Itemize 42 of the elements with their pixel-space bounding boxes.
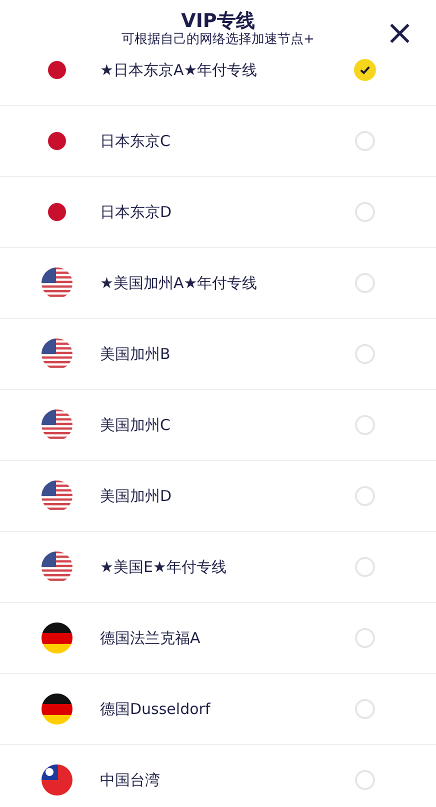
node-item[interactable]: 日本东京D [0, 177, 436, 248]
node-name: ★美国加州A★年付专线 [100, 274, 258, 292]
node-name: 日本东京C [100, 132, 172, 150]
node-name: 德国法兰克福A [100, 628, 202, 648]
flag-icon [41, 267, 73, 299]
node-item[interactable]: ★美国E★年付专线 [0, 532, 436, 603]
radio-button[interactable] [355, 557, 375, 577]
node-name: 美国加州B [100, 344, 172, 364]
radio-button[interactable] [354, 59, 376, 81]
radio-button[interactable] [355, 628, 375, 648]
node-item[interactable]: ★美国加州A★年付专线 [0, 248, 436, 319]
node-name: 美国加州C [100, 416, 172, 434]
radio-button[interactable] [355, 273, 375, 293]
node-name: 中国台湾 [100, 770, 161, 790]
radio-button[interactable] [355, 415, 375, 435]
flag-icon [41, 622, 73, 654]
flag-icon [41, 409, 73, 441]
node-item[interactable]: 日本东京C [0, 106, 436, 177]
title: VIP专线 [181, 9, 255, 32]
node-item[interactable]: 美国加州C [0, 390, 436, 461]
node-item[interactable]: 美国加州B [0, 319, 436, 390]
node-item[interactable]: 美国加州D [0, 461, 436, 532]
node-name: ★日本东京A★年付专线 [100, 60, 258, 80]
radio-button[interactable] [355, 770, 375, 790]
subtitle: 可根据自己的网络选择加速节点+ [122, 32, 314, 48]
node-item[interactable]: 中国台湾 [0, 745, 436, 807]
radio-button[interactable] [355, 699, 375, 719]
flag-icon [41, 693, 73, 725]
radio-button[interactable] [355, 131, 375, 151]
node-name: 美国加州D [100, 486, 173, 506]
node-name: 日本东京D [100, 202, 173, 222]
node-name: ★美国E★年付专线 [100, 558, 228, 576]
flag-icon [41, 764, 73, 796]
radio-button[interactable] [355, 344, 375, 364]
radio-button[interactable] [355, 486, 375, 506]
node-name: 德国Dusseldorf [100, 700, 212, 718]
flag-icon [41, 551, 73, 583]
flag-icon [41, 480, 73, 512]
node-item[interactable]: 德国Dusseldorf [0, 674, 436, 745]
flag-icon [41, 338, 73, 370]
radio-button[interactable] [355, 202, 375, 222]
node-item[interactable]: 德国法兰克福A [0, 603, 436, 674]
